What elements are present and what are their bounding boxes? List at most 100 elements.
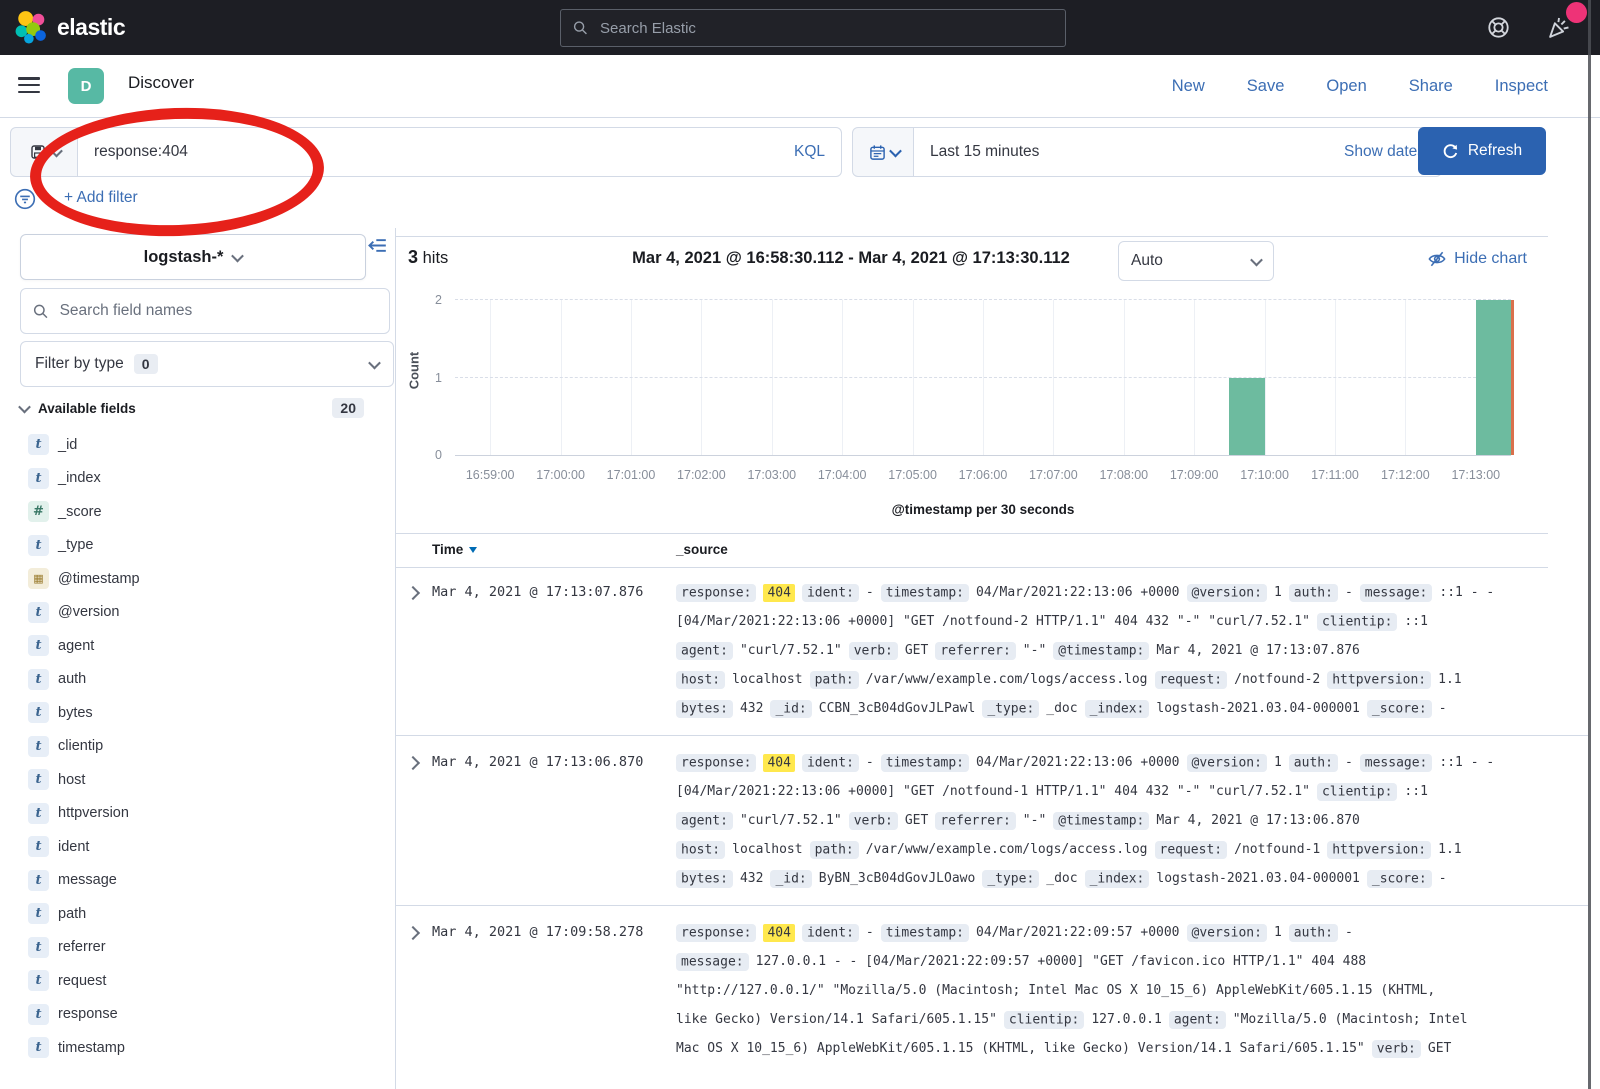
- field-key: @version:: [1187, 754, 1267, 772]
- field-key: auth:: [1289, 754, 1338, 772]
- doc-timestamp: Mar 4, 2021 @ 17:13:07.876: [432, 578, 643, 607]
- filter-by-type-select[interactable]: Filter by type 0: [20, 341, 394, 387]
- x-tick-label: 16:59:00: [466, 468, 515, 482]
- field-value: [04/Mar/2021:22:13:06 +0000] "GET /notfo…: [676, 614, 1310, 629]
- collapse-sidebar-icon[interactable]: [368, 236, 387, 255]
- histogram-bar-17:13:00[interactable]: [1476, 300, 1514, 455]
- field-item-auth[interactable]: tauth: [0, 663, 395, 697]
- field-type-icon: t: [28, 1037, 49, 1058]
- discover-app-badge[interactable]: D: [68, 68, 104, 104]
- field-item-_index[interactable]: t_index: [0, 462, 395, 496]
- add-filter-button[interactable]: + Add filter: [64, 189, 138, 207]
- x-tick-label: 17:00:00: [536, 468, 585, 482]
- saved-query-menu-button[interactable]: [10, 127, 80, 177]
- field-value: "curl/7.52.1": [740, 813, 842, 828]
- doc-timestamp: Mar 4, 2021 @ 17:09:58.278: [432, 918, 643, 947]
- kibana-discover-app: elastic: [0, 0, 1600, 1089]
- field-key: ident:: [802, 754, 859, 772]
- field-key: response:: [676, 924, 756, 942]
- field-key: _score:: [1367, 870, 1432, 888]
- hits-counter: 3 hits: [408, 247, 448, 268]
- inspect-button[interactable]: Inspect: [1495, 77, 1548, 96]
- grid-line-vertical: [1405, 300, 1406, 455]
- histogram-bar-17:09:30[interactable]: [1229, 378, 1264, 456]
- table-row: Mar 4, 2021 @ 17:09:58.278response:404id…: [396, 905, 1588, 1075]
- chevron-down-icon: [889, 144, 902, 157]
- hide-chart-button[interactable]: Hide chart: [1428, 250, 1527, 268]
- search-icon: [573, 20, 588, 36]
- new-button[interactable]: New: [1172, 77, 1205, 96]
- y-tick-label: 1: [435, 371, 442, 385]
- global-search-box[interactable]: [560, 9, 1066, 47]
- expand-row-icon[interactable]: [406, 756, 420, 770]
- chart-time-range: Mar 4, 2021 @ 16:58:30.112 - Mar 4, 2021…: [571, 249, 1131, 268]
- field-item-response[interactable]: tresponse: [0, 998, 395, 1032]
- field-item-_score[interactable]: #_score: [0, 495, 395, 529]
- field-key: agent:: [1169, 1011, 1226, 1029]
- filter-icon[interactable]: [12, 186, 38, 212]
- field-value: "-": [1023, 813, 1046, 828]
- field-item-host[interactable]: thost: [0, 763, 395, 797]
- window-edge: [1588, 0, 1591, 1089]
- field-key: agent:: [676, 642, 733, 660]
- expand-row-icon[interactable]: [406, 586, 420, 600]
- field-value: /notfound-1: [1234, 842, 1320, 857]
- field-name: bytes: [58, 705, 93, 721]
- field-item-timestamp[interactable]: ttimestamp: [0, 1031, 395, 1065]
- field-key: verb:: [1372, 1040, 1421, 1058]
- field-key: @version:: [1187, 924, 1267, 942]
- field-item-clientip[interactable]: tclientip: [0, 730, 395, 764]
- field-value: _doc: [1046, 871, 1077, 886]
- field-item-bytes[interactable]: tbytes: [0, 696, 395, 730]
- field-item-_id[interactable]: t_id: [0, 428, 395, 462]
- highlighted-value: 404: [763, 924, 794, 942]
- field-type-icon: t: [28, 434, 49, 455]
- field-item-httpversion[interactable]: thttpversion: [0, 797, 395, 831]
- open-button[interactable]: Open: [1326, 77, 1366, 96]
- query-input[interactable]: [78, 143, 778, 161]
- field-item-message[interactable]: tmessage: [0, 864, 395, 898]
- refresh-button[interactable]: Refresh: [1418, 127, 1546, 175]
- field-value: 432: [740, 871, 763, 886]
- available-fields-header[interactable]: Available fields 20: [20, 398, 364, 418]
- field-item-@timestamp[interactable]: ▦@timestamp: [0, 562, 395, 596]
- index-pattern-select[interactable]: logstash-*: [20, 234, 366, 280]
- menu-icon[interactable]: [18, 77, 40, 93]
- expand-row-icon[interactable]: [406, 926, 420, 940]
- field-name: auth: [58, 671, 86, 687]
- field-name: _type: [58, 537, 93, 553]
- elastic-logo[interactable]: elastic: [14, 10, 125, 44]
- chart-plot: [455, 300, 1511, 456]
- column-header-time[interactable]: Time: [432, 542, 477, 557]
- x-tick-label: 17:04:00: [818, 468, 867, 482]
- chevron-down-icon: [1250, 253, 1263, 266]
- x-tick-label: 17:06:00: [959, 468, 1008, 482]
- field-item-referrer[interactable]: treferrer: [0, 931, 395, 965]
- logo-text: elastic: [57, 14, 125, 41]
- field-key: path:: [810, 841, 859, 859]
- field-item-path[interactable]: tpath: [0, 897, 395, 931]
- help-icon[interactable]: [1487, 16, 1510, 39]
- field-name: _index: [58, 470, 101, 486]
- field-item-_type[interactable]: t_type: [0, 529, 395, 563]
- interval-select[interactable]: Auto: [1118, 241, 1274, 281]
- time-range-value[interactable]: Last 15 minutes: [930, 143, 1039, 161]
- field-name: @timestamp: [58, 571, 140, 587]
- field-item-ident[interactable]: tident: [0, 830, 395, 864]
- search-icon: [33, 303, 49, 320]
- field-search-input[interactable]: [58, 301, 377, 321]
- field-key: _type:: [982, 870, 1039, 888]
- show-dates-button[interactable]: Show dates: [1344, 143, 1425, 161]
- global-search-input[interactable]: [598, 19, 1053, 38]
- share-button[interactable]: Share: [1409, 77, 1453, 96]
- field-item-@version[interactable]: t@version: [0, 596, 395, 630]
- field-key: bytes:: [676, 700, 733, 718]
- grid-line-vertical: [913, 300, 914, 455]
- kql-query-box: KQL: [77, 127, 842, 177]
- field-item-agent[interactable]: tagent: [0, 629, 395, 663]
- doc-source-line: like Gecko) Version/14.1 Safari/605.1.15…: [676, 1005, 1560, 1034]
- query-language-button[interactable]: KQL: [778, 143, 841, 161]
- field-item-request[interactable]: trequest: [0, 964, 395, 998]
- date-picker-menu-button[interactable]: [852, 127, 916, 177]
- save-button[interactable]: Save: [1247, 77, 1285, 96]
